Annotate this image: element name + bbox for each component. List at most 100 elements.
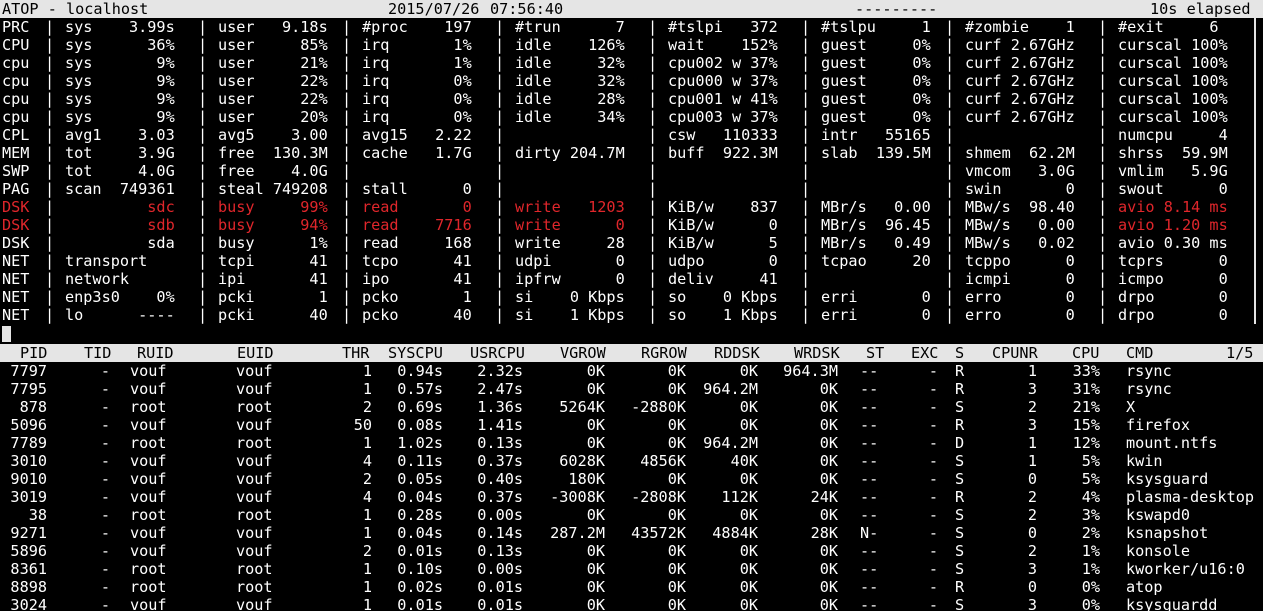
cell-euid: vouf (236, 380, 273, 398)
column-header-ruid[interactable]: RUID (137, 344, 174, 362)
cell-thr: 1 (362, 380, 372, 398)
column-separator: | (45, 306, 55, 324)
system-metric: shmem 62.2M (965, 144, 1075, 162)
atop-terminal[interactable]: ATOP - localhost 2015/07/26 07:56:40 ---… (0, 0, 1263, 611)
process-row[interactable]: 5896- vouf vouf 2 0.01s 0.13s 0K 0K 0K 0K -- - S 2 1% k… (0, 542, 1263, 560)
cell-usrcpu: 0.37s (477, 452, 523, 470)
cell-cpunr: 2 (1027, 398, 1037, 416)
column-header-rddsk[interactable]: RDDSK (714, 344, 760, 362)
page-indicator: 1/5 (1226, 344, 1254, 362)
cell-usrcpu: 0.13s (477, 434, 523, 452)
system-metric: guest 0% (821, 108, 931, 126)
process-row[interactable]: 3024- vouf vouf 1 0.01s 0.01s 0K 0K 0K 0K -- - S 3 0% k… (0, 596, 1263, 611)
cell-s: S (955, 560, 965, 578)
column-separator: | (45, 72, 55, 90)
header-time: 07:56:40 (490, 0, 564, 18)
column-header-thr[interactable]: THR (342, 344, 369, 362)
cell-thr: 4 (362, 488, 372, 506)
column-header-st[interactable]: ST (866, 344, 884, 362)
cell-exc: - (928, 578, 938, 596)
system-metric: sdc (65, 198, 175, 216)
process-row[interactable]: 9271 - vouf vouf 1 0.04s 0.14s 287.2M 43572K 4884… (0, 524, 1263, 542)
cell-rddsk: 0K (739, 578, 758, 596)
system-metric: shrss 59.9M (1118, 144, 1228, 162)
system-metric: tcppo 0 (965, 252, 1075, 270)
system-metric: avg5 3.00 (218, 126, 328, 144)
cell-syscpu: 0.11s (397, 452, 443, 470)
cell-euid: vouf (236, 452, 273, 470)
cell-st: -- (860, 542, 879, 560)
cell-syscpu: 1.02s (397, 434, 443, 452)
column-header-syscpu[interactable]: SYSCPU (388, 344, 443, 362)
system-metric: curf 2.67GHz (965, 90, 1075, 108)
column-header-exc[interactable]: EXC (911, 344, 938, 362)
process-row[interactable]: 878- root root 2 0.69s 1.36s 5264K -2880K 0K 0K --… (0, 398, 1263, 416)
cell-s: S (955, 470, 965, 488)
cell-thr: 2 (362, 542, 372, 560)
column-header-euid[interactable]: EUID (237, 344, 274, 362)
cell-vgrow: 0K (586, 434, 605, 452)
cell-s: R (955, 488, 965, 506)
system-metric: vmlim 5.9G (1118, 162, 1228, 180)
column-header-pid[interactable]: PID (20, 344, 47, 362)
system-row-label: cpu (2, 108, 30, 126)
system-metric: curscal 100% (1118, 90, 1228, 108)
process-row[interactable]: 7797- vouf vouf 1 0.94s 2.32s 0K 0K 0K 964.3M -- - R… (0, 362, 1263, 380)
process-row[interactable]: 8361- root root 1 0.10s 0.00s 0K 0K 0K 0K -- - S 3 1% k… (0, 560, 1263, 578)
process-row[interactable]: 38- root root 1 0.28s 0.00s 0K 0K 0K 0K -- - S 2 3% ksw… (0, 506, 1263, 524)
cell-exc: - (928, 380, 938, 398)
process-row[interactable]: 8898- root root 1 0.02s 0.01s 0K 0K 0K 0K -- - R 0 0% a… (0, 578, 1263, 596)
column-header-cpunr[interactable]: CPUNR (992, 344, 1038, 362)
system-metric: udpo 0 (668, 252, 778, 270)
system-metric: so 1 Kbps (668, 306, 778, 324)
system-metric: curf 2.67GHz (965, 36, 1075, 54)
column-header-vgrow[interactable]: VGROW (560, 344, 606, 362)
system-metric: icmpi 0 (965, 270, 1075, 288)
cell-tid: - (100, 524, 110, 542)
system-metric: MBr/s 96.45 (821, 216, 931, 234)
system-row-label: cpu (2, 72, 30, 90)
column-header-s[interactable]: S (955, 344, 964, 362)
cell-wrdsk: 964.3M (783, 362, 838, 380)
cell-st: -- (860, 416, 879, 434)
process-row[interactable]: 7795- vouf vouf 1 0.57s 2.47s 0K 0K 964.2M 0K -- - R… (0, 380, 1263, 398)
process-row[interactable]: 5096- vouf vouf 50 0.08s 1.41s 0K 0K 0K 0K -- - R 3 15… (0, 416, 1263, 434)
cell-euid: root (236, 434, 273, 452)
system-metric: avio 1.20 ms (1118, 216, 1228, 234)
process-row[interactable]: 7789- root root 1 1.02s 0.13s 0K 0K 964.2M 0K -- - D… (0, 434, 1263, 452)
column-header-cmd[interactable]: CMD (1126, 344, 1153, 362)
column-header-tid[interactable]: TID (84, 344, 111, 362)
process-row[interactable]: 9010- vouf vouf 2 0.05s 0.40s 180K 0K 0K 0K -- - S 0 5… (0, 470, 1263, 488)
cell-cpunr: 3 (1027, 560, 1037, 578)
input-cursor[interactable] (2, 326, 11, 342)
cell-wrdsk: 0K (819, 452, 838, 470)
cell-ruid: vouf (130, 488, 167, 506)
system-row-label: NET (2, 288, 30, 306)
cell-vgrow: 0K (586, 542, 605, 560)
column-header-usrcpu[interactable]: USRCPU (470, 344, 525, 362)
cell-st: -- (860, 596, 879, 611)
system-metric: avg15 2.22 (362, 126, 472, 144)
system-metric: user 22% (218, 72, 328, 90)
cell-usrcpu: 1.41s (477, 416, 523, 434)
system-metric: sys 9% (65, 90, 175, 108)
cell-cpunr: 3 (1027, 380, 1037, 398)
system-row-cpu: cpu | | | | | | | | sys 9% user 22% irq 0% idle 28% c… (0, 90, 1263, 108)
system-metric: idle 32% (515, 72, 625, 90)
cell-euid: root (236, 578, 273, 596)
cell-wrdsk: 0K (819, 506, 838, 524)
system-metric: deliv 41 (668, 270, 778, 288)
system-metric: busy 1% (218, 234, 328, 252)
process-row[interactable]: 3019 - vouf vouf 4 0.04s 0.37s -3008K -2808K 112K… (0, 488, 1263, 506)
cell-rgrow: 0K (667, 542, 686, 560)
cell-cpunr: 1 (1027, 452, 1037, 470)
cell-st: -- (860, 506, 879, 524)
system-row-cpu: CPU | | | | | | | | sys 36% user 85% irq 1% idle 126… (0, 36, 1263, 54)
column-header-rgrow[interactable]: RGROW (641, 344, 687, 362)
cell-rgrow: 0K (667, 596, 686, 611)
column-header-cpu[interactable]: CPU (1072, 344, 1099, 362)
system-metric: MBw/s 98.40 (965, 198, 1075, 216)
cell-s: R (955, 578, 965, 596)
column-header-wrdsk[interactable]: WRDSK (794, 344, 840, 362)
process-row[interactable]: 3010 - vouf vouf 4 0.11s 0.37s 6028K 4856K 40K 0K -… (0, 452, 1263, 470)
